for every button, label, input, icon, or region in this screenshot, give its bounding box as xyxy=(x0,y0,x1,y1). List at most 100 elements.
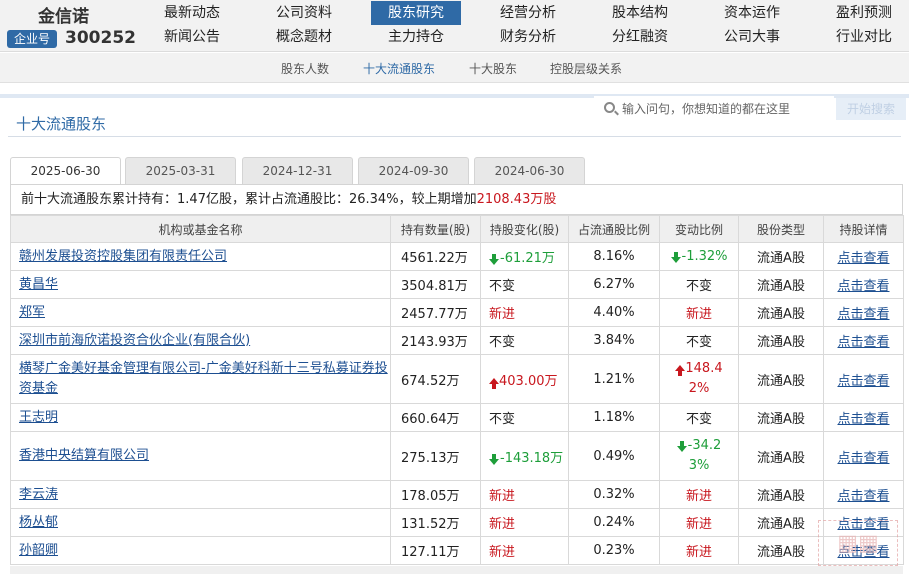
float-ratio: 4.40% xyxy=(593,305,635,320)
holder-name-link[interactable]: 郑军 xyxy=(19,305,45,320)
nav-shareholder-research[interactable]: 股东研究 xyxy=(371,1,461,25)
top-navigation: 金信诺 企业号 300252 最新动态 公司资料 股东研究 经营分析 股本结构 … xyxy=(0,0,909,52)
subnav-top10-holders[interactable]: 十大股东 xyxy=(469,60,517,77)
holder-name-link[interactable]: 黄昌华 xyxy=(19,277,58,292)
view-detail-link[interactable]: 点击查看 xyxy=(837,374,889,389)
share-type: 流通A股 xyxy=(757,450,805,466)
search-icon xyxy=(604,102,615,113)
nav-company-profile[interactable]: 公司资料 xyxy=(259,1,349,25)
nav-latest-news[interactable]: 最新动态 xyxy=(147,1,237,25)
view-detail-link[interactable]: 点击查看 xyxy=(837,335,889,350)
share-type: 流通A股 xyxy=(757,335,805,350)
share-type: 流通A股 xyxy=(757,517,805,532)
tab-date-4[interactable]: 2024-09-30 xyxy=(358,157,469,184)
holder-name-link[interactable]: 孙韶卿 xyxy=(19,543,58,558)
share-type: 流通A股 xyxy=(757,251,805,266)
holding-change: 新进 xyxy=(489,545,516,560)
table-row: 黄昌华 3504.81万 不变 6.27% 不变 流通A股 点击查看 xyxy=(10,270,904,299)
view-detail-link[interactable]: 点击查看 xyxy=(837,489,889,504)
holder-name-link[interactable]: 杨丛郁 xyxy=(19,515,58,530)
share-type: 流通A股 xyxy=(757,307,805,322)
holding-change: 不变 xyxy=(489,279,516,294)
watermark-stamp: ▦▦ xyxy=(818,520,898,566)
float-ratio: 0.49% xyxy=(593,448,635,464)
table-row: 赣州发展投资控股集团有限责任公司 4561.22万 -61.21万 8.16% -1.3… xyxy=(10,242,904,271)
tab-date-5[interactable]: 2024-06-30 xyxy=(474,157,585,184)
holder-name-link[interactable]: 深圳市前海欣诺投资合伙企业(有限合伙) xyxy=(19,333,250,348)
table-row: 深圳市前海欣诺投资合伙企业(有限合伙) 2143.93万 不变 3.84% 不变 流通A股… xyxy=(10,326,904,355)
nav-profit-forecast[interactable]: 盈利预测 xyxy=(819,1,909,25)
subnav-shareholder-count[interactable]: 股东人数 xyxy=(281,60,329,77)
nav-industry-comparison[interactable]: 行业对比 xyxy=(819,25,909,49)
nav-share-structure[interactable]: 股本结构 xyxy=(595,1,685,25)
nav-news-announcements[interactable]: 新闻公告 xyxy=(147,25,237,49)
arrow-up-icon xyxy=(675,365,686,376)
summary-increase: 2108.43万股 xyxy=(476,192,557,207)
search-button[interactable]: 开始搜索 xyxy=(836,98,906,120)
holding-change: 不变 xyxy=(489,412,516,427)
footer-strip xyxy=(10,566,903,574)
summary-mid2: ，较上期增加 xyxy=(398,192,477,207)
share-type: 流通A股 xyxy=(757,373,805,389)
change-ratio: -1.32% xyxy=(681,248,728,264)
float-ratio: 6.27% xyxy=(593,277,635,292)
holder-name-link[interactable]: 赣州发展投资控股集团有限责任公司 xyxy=(19,249,227,264)
nav-financial-analysis[interactable]: 财务分析 xyxy=(483,25,573,49)
view-detail-link[interactable]: 点击查看 xyxy=(837,307,889,322)
holder-name-link[interactable]: 横琴广金美好基金管理有限公司-广金美好科新十三号私募证券投资基金 xyxy=(19,361,388,396)
arrow-down-icon xyxy=(676,441,687,452)
float-ratio: 0.32% xyxy=(593,487,635,502)
col-header-name: 机构或基金名称 xyxy=(10,215,391,243)
view-detail-link[interactable]: 点击查看 xyxy=(837,251,889,266)
tab-date-3[interactable]: 2024-12-31 xyxy=(242,157,353,184)
float-ratio: 0.23% xyxy=(593,543,635,558)
sub-navigation: 股东人数 十大流通股东 十大股东 控股层级关系 xyxy=(0,53,909,83)
subnav-top10-float-holders[interactable]: 十大流通股东 xyxy=(363,60,435,77)
view-detail-link[interactable]: 点击查看 xyxy=(837,279,889,294)
holding-qty: 2457.77万 xyxy=(401,307,468,322)
holder-name-link[interactable]: 李云涛 xyxy=(19,487,58,502)
holding-qty: 131.52万 xyxy=(401,517,460,532)
change-ratio: -34.23% xyxy=(687,438,722,473)
holding-qty: 674.52万 xyxy=(401,373,460,389)
holding-qty: 3504.81万 xyxy=(401,279,468,294)
table-row: 郑军 2457.77万 新进 4.40% 新进 流通A股 点击查看 xyxy=(10,298,904,327)
holding-change: -61.21万 xyxy=(500,251,555,266)
top10-float-holders-table: 机构或基金名称 持有数量(股) 持股变化(股) 占流通股比例 变动比例 股份类型… xyxy=(10,215,904,565)
share-type: 流通A股 xyxy=(757,489,805,504)
float-ratio: 8.16% xyxy=(593,249,635,264)
search-input[interactable] xyxy=(622,100,832,118)
holder-name-link[interactable]: 香港中央结算有限公司 xyxy=(19,448,149,463)
col-header-detail: 持股详情 xyxy=(823,215,904,243)
share-type: 流通A股 xyxy=(757,412,805,427)
share-type: 流通A股 xyxy=(757,279,805,294)
subnav-holding-hierarchy[interactable]: 控股层级关系 xyxy=(550,60,622,77)
nav-company-events[interactable]: 公司大事 xyxy=(707,25,797,49)
summary-ratio: 26.34% xyxy=(348,192,399,207)
float-ratio: 0.24% xyxy=(593,515,635,530)
stock-code: 300252 xyxy=(65,28,136,48)
col-header-ratio: 占流通股比例 xyxy=(568,215,660,243)
col-header-var: 变动比例 xyxy=(659,215,739,243)
tab-date-1[interactable]: 2025-06-30 xyxy=(10,157,121,185)
nav-dividend-financing[interactable]: 分红融资 xyxy=(595,25,685,49)
table-row: 横琴广金美好基金管理有限公司-广金美好科新十三号私募证券投资基金 674.52万 4… xyxy=(10,354,904,404)
view-detail-link[interactable]: 点击查看 xyxy=(837,451,889,466)
section-divider xyxy=(8,136,901,137)
holder-name-link[interactable]: 王志明 xyxy=(19,410,58,425)
holding-change: 不变 xyxy=(489,335,516,350)
nav-operation-analysis[interactable]: 经营分析 xyxy=(483,1,573,25)
table-row: 孙韶卿 127.11万 新进 0.23% 新进 流通A股 点击查看 xyxy=(10,536,904,565)
table-row: 香港中央结算有限公司 275.13万 -143.18万 0.49% -34.23% 流通A… xyxy=(10,431,904,481)
arrow-down-icon xyxy=(489,453,499,465)
arrow-down-icon xyxy=(489,254,499,265)
section-title: 十大流通股东 xyxy=(16,115,107,133)
float-ratio: 1.18% xyxy=(593,410,635,425)
view-detail-link[interactable]: 点击查看 xyxy=(837,412,889,427)
enterprise-badge[interactable]: 企业号 xyxy=(7,30,57,48)
tab-date-2[interactable]: 2025-03-31 xyxy=(125,157,236,184)
nav-concept-themes[interactable]: 概念题材 xyxy=(259,25,349,49)
nav-main-holdings[interactable]: 主力持仓 xyxy=(371,25,461,49)
nav-capital-operation[interactable]: 资本运作 xyxy=(707,1,797,25)
change-ratio: 新进 xyxy=(685,545,712,560)
